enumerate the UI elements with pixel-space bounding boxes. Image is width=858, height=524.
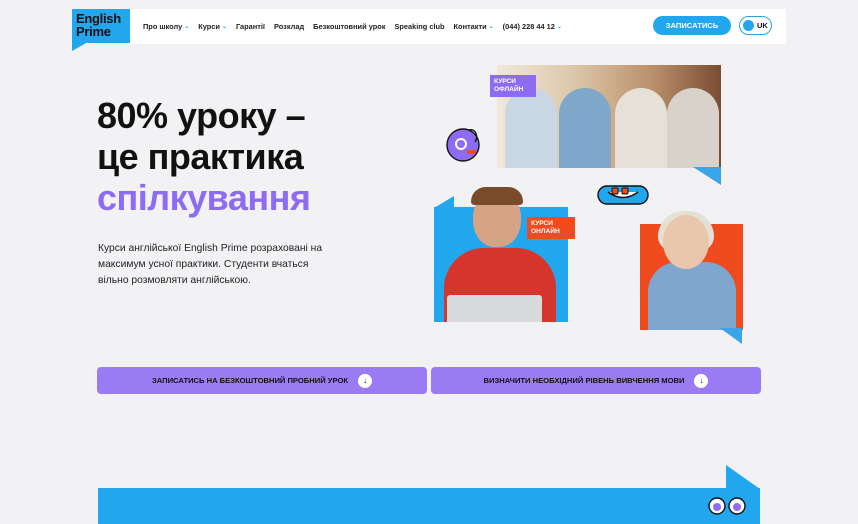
trial-lesson-button[interactable]: ЗАПИСАТИСЬ НА БЕЗКОШТОВНИЙ ПРОБНИЙ УРОК …	[97, 367, 427, 394]
nav-item[interactable]: Курси ⌄	[198, 22, 227, 31]
photo-accent-corner	[693, 167, 721, 185]
hero-title-line-1: 80% уроку –	[97, 95, 306, 136]
laptop-image	[447, 295, 542, 322]
hero-title: 80% уроку – це практика спілкування	[97, 95, 311, 218]
logo[interactable]: English Prime	[72, 9, 130, 51]
ok-hand-sticker-icon	[446, 128, 480, 162]
student-figure	[559, 88, 611, 168]
nav-item[interactable]: (044) 228 44 12 ⌄	[503, 22, 562, 31]
nav-item-label: Безкоштовний урок	[313, 22, 386, 31]
nav-item[interactable]: Speaking club	[394, 22, 444, 31]
nav-item[interactable]: Про школу ⌄	[143, 22, 189, 31]
level-test-button[interactable]: ВИЗНАЧИТИ НЕОБХІДНИЙ РІВЕНЬ ВИВЧЕННЯ МОВ…	[431, 367, 761, 394]
banner-accent-corner	[726, 465, 760, 489]
nav-item-label: (044) 228 44 12	[502, 22, 555, 31]
nav-item-label: Розклад	[274, 22, 305, 31]
arrow-down-icon: ↓	[358, 373, 372, 388]
eyes-sticker-icon	[708, 497, 746, 515]
nav-item-label: Гарантії	[235, 22, 266, 31]
level-test-label: ВИЗНАЧИТИ НЕОБХІДНИЙ РІВЕНЬ ВИВЧЕННЯ МОВ…	[483, 376, 685, 385]
signup-button[interactable]: ЗАПИСАТИСЬ	[653, 16, 731, 35]
language-dot-icon	[743, 20, 754, 31]
chevron-down-icon: ⌄	[556, 24, 562, 30]
chevron-down-icon: ⌄	[184, 24, 190, 30]
offline-courses-tag: КУРСИ ОФЛАЙН	[490, 75, 536, 97]
teacher-head	[663, 215, 709, 269]
photo-accent-corner	[720, 328, 742, 344]
hero-lead: Курси англійської English Prime розрахов…	[98, 243, 323, 286]
language-switch[interactable]: UK	[739, 16, 772, 35]
smile-sticker-icon	[597, 185, 649, 205]
student-figure	[505, 88, 557, 168]
nav-item[interactable]: Гарантії	[236, 22, 265, 31]
student-figure	[615, 88, 667, 168]
arrow-down-icon: ↓	[694, 373, 709, 388]
teacher-body	[648, 262, 736, 330]
student-hair	[471, 187, 523, 205]
chevron-down-icon: ⌄	[488, 24, 494, 30]
promo-banner	[98, 488, 760, 524]
hero-title-line-3: спілкування	[97, 177, 311, 218]
nav-item[interactable]: Розклад	[274, 22, 304, 31]
online-courses-tag: КУРСИ ОНЛАЙН	[527, 217, 575, 239]
hero-title-line-2: це практика	[97, 136, 304, 177]
trial-lesson-label: ЗАПИСАТИСЬ НА БЕЗКОШТОВНИЙ ПРОБНИЙ УРОК	[151, 376, 348, 385]
logo-tail	[72, 42, 88, 51]
main-nav: Про школу ⌄ Курси ⌄ Гарантії Розклад Безкоштов…	[143, 9, 562, 44]
nav-item-label: Про школу	[143, 22, 183, 31]
nav-item-label: Контакти	[453, 22, 487, 31]
nav-item-label: Speaking club	[394, 22, 445, 31]
nav-item[interactable]: Безкоштовний урок	[313, 22, 385, 31]
student-figure	[667, 88, 719, 168]
language-label: UK	[757, 21, 768, 30]
chevron-down-icon: ⌄	[221, 24, 227, 30]
nav-item[interactable]: Контакти ⌄	[454, 22, 494, 31]
logo-text: English Prime	[76, 11, 121, 39]
nav-item-label: Курси	[198, 22, 220, 31]
